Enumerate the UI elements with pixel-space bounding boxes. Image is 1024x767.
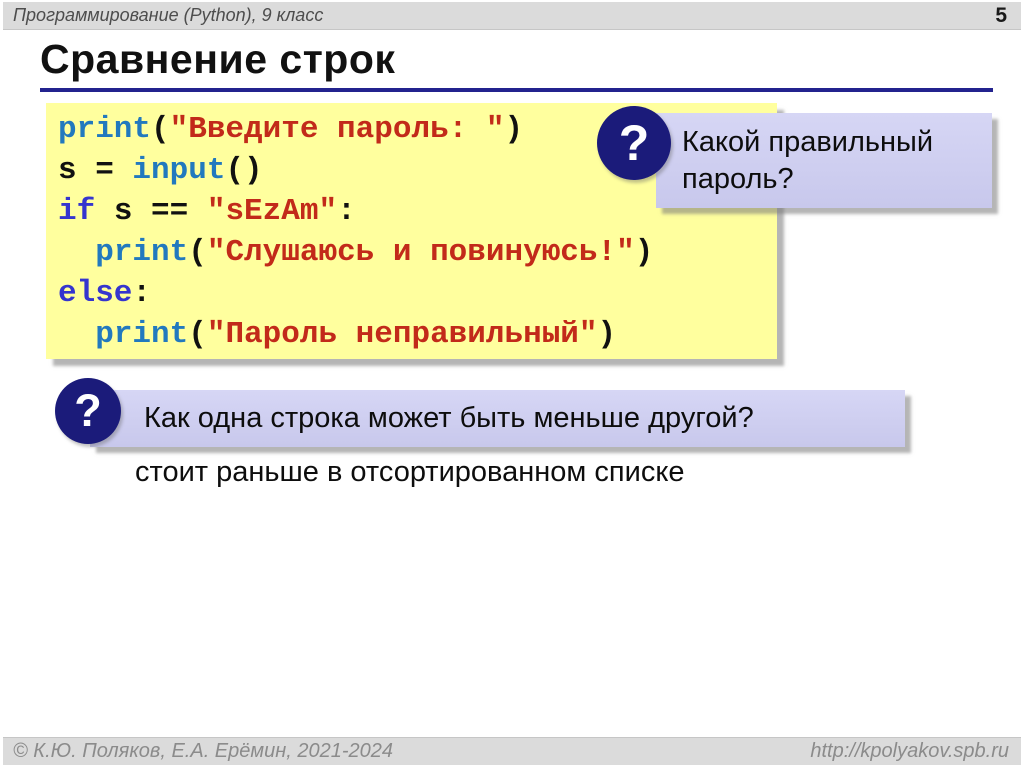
slide-page: Программирование (Python), 9 класс 5 Сра… xyxy=(0,0,1024,767)
site-url[interactable]: http://kpolyakov.spb.ru xyxy=(810,740,1021,763)
code-builtin: print xyxy=(58,112,151,147)
code-plain: : xyxy=(337,194,356,229)
code-plain xyxy=(58,235,95,270)
code-plain: ( xyxy=(188,317,207,352)
code-builtin: print xyxy=(95,235,188,270)
title-underline xyxy=(40,88,993,92)
code-plain: s == xyxy=(95,194,207,229)
callout-text: Как одна строка может быть меньше другой… xyxy=(144,402,754,435)
page-number: 5 xyxy=(995,4,1021,28)
code-string: "Слушаюсь и повинуюсь!" xyxy=(207,235,635,270)
code-keyword: else xyxy=(58,276,132,311)
code-plain: ) xyxy=(504,112,523,147)
code-string: "Пароль неправильный" xyxy=(207,317,598,352)
code-plain: ) xyxy=(635,235,654,270)
callout-password-question: Какой правильный пароль? xyxy=(656,113,992,208)
answer-note: стоит раньше в отсортированном списке xyxy=(135,456,684,489)
presentation-title: Программирование (Python), 9 класс xyxy=(3,5,323,26)
copyright: © К.Ю. Поляков, Е.А. Ерёмин, 2021-2024 xyxy=(3,740,393,763)
question-mark-glyph: ? xyxy=(74,385,102,437)
code-plain: s = xyxy=(58,153,132,188)
question-mark-glyph: ? xyxy=(619,114,650,172)
code-line: print("Слушаюсь и повинуюсь!") xyxy=(58,232,777,273)
code-plain: ( xyxy=(151,112,170,147)
code-plain: ) xyxy=(598,317,617,352)
callout-compare-question: Как одна строка может быть меньше другой… xyxy=(90,390,905,447)
code-plain: () xyxy=(225,153,262,188)
slide-title: Сравнение строк xyxy=(40,36,395,83)
code-plain: : xyxy=(132,276,151,311)
code-plain xyxy=(58,317,95,352)
code-builtin: print xyxy=(95,317,188,352)
top-bar: Программирование (Python), 9 класс 5 xyxy=(3,2,1021,30)
question-icon: ? xyxy=(55,378,121,444)
code-keyword: if xyxy=(58,194,95,229)
code-plain: ( xyxy=(188,235,207,270)
code-builtin: input xyxy=(132,153,225,188)
code-line: print("Пароль неправильный") xyxy=(58,314,777,355)
code-line: else: xyxy=(58,273,777,314)
code-string: "Введите пароль: " xyxy=(170,112,505,147)
code-string: "sEzAm" xyxy=(207,194,337,229)
question-icon: ? xyxy=(597,106,671,180)
callout-text: Какой правильный пароль? xyxy=(682,124,992,198)
footer-bar: © К.Ю. Поляков, Е.А. Ерёмин, 2021-2024 h… xyxy=(3,737,1021,765)
